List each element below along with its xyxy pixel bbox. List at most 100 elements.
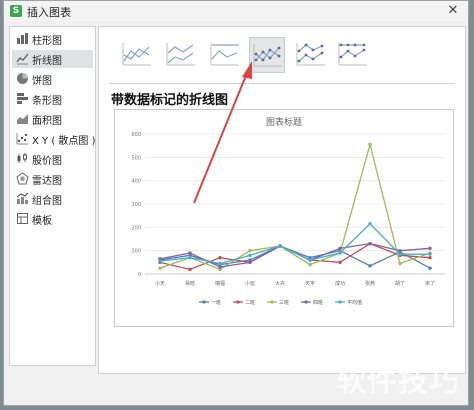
bar-chart-icon bbox=[16, 92, 29, 105]
data-point bbox=[158, 259, 162, 263]
sidebar-item-bar[interactable]: 条形图 bbox=[12, 90, 93, 108]
percent-marker-line-subtype-icon bbox=[338, 43, 367, 66]
data-point bbox=[218, 261, 222, 266]
stacked-marker-line-subtype-icon bbox=[296, 43, 325, 66]
sidebar-item-label: 柱形图 bbox=[32, 36, 62, 47]
data-point bbox=[188, 255, 192, 260]
sidebar-item-area[interactable]: 面积图 bbox=[12, 110, 93, 128]
combo-chart-icon bbox=[16, 192, 29, 205]
sidebar-item-radar[interactable]: 雷达图 bbox=[12, 170, 93, 188]
sidebar-item-stock[interactable]: 股价图 bbox=[12, 150, 93, 168]
stock-chart-icon bbox=[16, 152, 29, 165]
sidebar-item-label: 面积图 bbox=[32, 116, 62, 127]
legend-marker bbox=[338, 300, 342, 304]
sidebar-item-label: 折线图 bbox=[32, 56, 62, 67]
y-tick-label: 200 bbox=[131, 225, 141, 231]
data-point bbox=[338, 246, 342, 251]
x-tick-label: 成功 bbox=[335, 280, 345, 287]
data-point bbox=[158, 266, 162, 270]
sidebar-item-label: 组合图 bbox=[32, 196, 62, 207]
line-subtype-icon bbox=[122, 43, 151, 66]
data-point bbox=[278, 244, 282, 248]
subtype-percent-stacked-line-with-markers[interactable] bbox=[335, 37, 371, 73]
subtype-line-with-markers[interactable] bbox=[249, 37, 285, 73]
template-icon bbox=[16, 212, 29, 225]
data-point bbox=[338, 260, 342, 265]
data-point bbox=[368, 142, 372, 147]
sidebar-item-label: X Y ( 散点图 ) bbox=[32, 136, 96, 147]
legend-label: 三班 bbox=[279, 299, 289, 306]
sidebar-item-template[interactable]: 模板 bbox=[12, 210, 93, 228]
app-logo-icon: S bbox=[10, 5, 22, 17]
y-tick-label: 100 bbox=[131, 249, 141, 255]
x-tick-label: 易晗 bbox=[185, 280, 195, 287]
chart-preview[interactable]: 图表标题 0 100 200 300 400 500 600 小天 易晗 瑞福 小玩 大卉 天宇 成功 张燕 胡… bbox=[114, 109, 454, 327]
y-tick-label: 0 bbox=[138, 272, 141, 278]
chart-subtype-panel: 带数据标记的折线图 图表标题 0 100 200 300 400 500 600 小天 易晗 瑞福 小… bbox=[98, 26, 466, 374]
legend-label: 四班 bbox=[313, 299, 323, 306]
data-point bbox=[368, 222, 372, 226]
x-tick-label: 大卉 bbox=[275, 280, 285, 287]
x-tick-label: 瑞福 bbox=[215, 280, 225, 287]
watermark-text: 软件技巧 bbox=[336, 364, 460, 399]
legend-marker bbox=[236, 300, 240, 304]
legend-label: 一班 bbox=[211, 299, 221, 306]
data-point bbox=[188, 267, 192, 272]
subtype-line[interactable] bbox=[119, 37, 155, 73]
legend-label: 平均值 bbox=[347, 299, 362, 306]
chart-title: 图表标题 bbox=[266, 116, 302, 128]
chart-subtype-heading: 带数据标记的折线图 bbox=[111, 93, 229, 108]
data-point bbox=[428, 266, 432, 270]
subtype-divider bbox=[109, 83, 455, 84]
sidebar-item-label: 股价图 bbox=[32, 156, 62, 167]
sidebar-item-pie[interactable]: 饼图 bbox=[12, 70, 93, 88]
x-tick-label: 胡了 bbox=[395, 280, 405, 287]
data-point bbox=[398, 252, 402, 256]
x-tick-label: 天宇 bbox=[305, 280, 315, 287]
sidebar-item-column[interactable]: 柱形图 bbox=[12, 30, 93, 48]
radar-chart-icon bbox=[16, 172, 29, 185]
dialog-footer bbox=[9, 375, 334, 402]
sidebar-item-label: 模板 bbox=[32, 216, 52, 227]
legend-label: 二班 bbox=[245, 299, 255, 306]
data-point bbox=[368, 241, 372, 246]
x-tick-label: 小玩 bbox=[245, 280, 255, 287]
data-point bbox=[218, 255, 222, 260]
close-button[interactable]: ✕ bbox=[444, 3, 462, 18]
sidebar-item-label: 条形图 bbox=[32, 96, 62, 107]
data-point bbox=[428, 255, 432, 260]
subtype-stacked-line-with-markers[interactable] bbox=[293, 37, 329, 73]
marker-line-subtype-icon bbox=[253, 44, 282, 67]
x-tick-label: 小天 bbox=[155, 280, 165, 287]
subtype-stacked-line[interactable] bbox=[163, 37, 199, 73]
stacked-line-subtype-icon bbox=[166, 43, 195, 66]
scatter-chart-icon bbox=[16, 132, 29, 145]
title-bar: S 插入图表 ✕ bbox=[4, 1, 468, 21]
data-point bbox=[338, 251, 342, 255]
y-tick-label: 400 bbox=[131, 179, 141, 185]
data-point bbox=[188, 251, 192, 255]
dialog-title: 插入图表 bbox=[27, 6, 71, 19]
sidebar-item-label: 饼图 bbox=[32, 76, 52, 87]
column-chart-icon bbox=[16, 32, 29, 45]
sidebar-item-scatter[interactable]: X Y ( 散点图 ) bbox=[12, 130, 96, 148]
insert-chart-dialog: S 插入图表 ✕ 柱形图 折线图 饼图 条形图 面积图 X Y ( 散点图 ) bbox=[3, 0, 469, 406]
sidebar-item-label: 雷达图 bbox=[32, 176, 62, 187]
data-point bbox=[248, 253, 252, 258]
subtype-percent-stacked-line[interactable] bbox=[207, 37, 243, 73]
line-chart-icon bbox=[16, 52, 29, 65]
data-point bbox=[218, 265, 222, 269]
x-tick-label: 张燕 bbox=[365, 280, 375, 287]
y-tick-label: 600 bbox=[131, 132, 141, 138]
y-tick-label: 300 bbox=[131, 202, 141, 208]
y-tick-label: 500 bbox=[131, 155, 141, 161]
data-point bbox=[248, 260, 252, 265]
line-chart-preview: 图表标题 0 100 200 300 400 500 600 小天 易晗 瑞福 小玩 大卉 天宇 成功 张燕 胡… bbox=[131, 116, 445, 306]
area-chart-icon bbox=[16, 112, 29, 125]
legend-marker bbox=[270, 300, 274, 304]
sidebar-item-combo[interactable]: 组合图 bbox=[12, 190, 93, 208]
legend-marker bbox=[304, 300, 308, 304]
sidebar-item-line[interactable]: 折线图 bbox=[12, 50, 93, 68]
data-point bbox=[308, 262, 312, 267]
pie-chart-icon bbox=[16, 72, 29, 85]
